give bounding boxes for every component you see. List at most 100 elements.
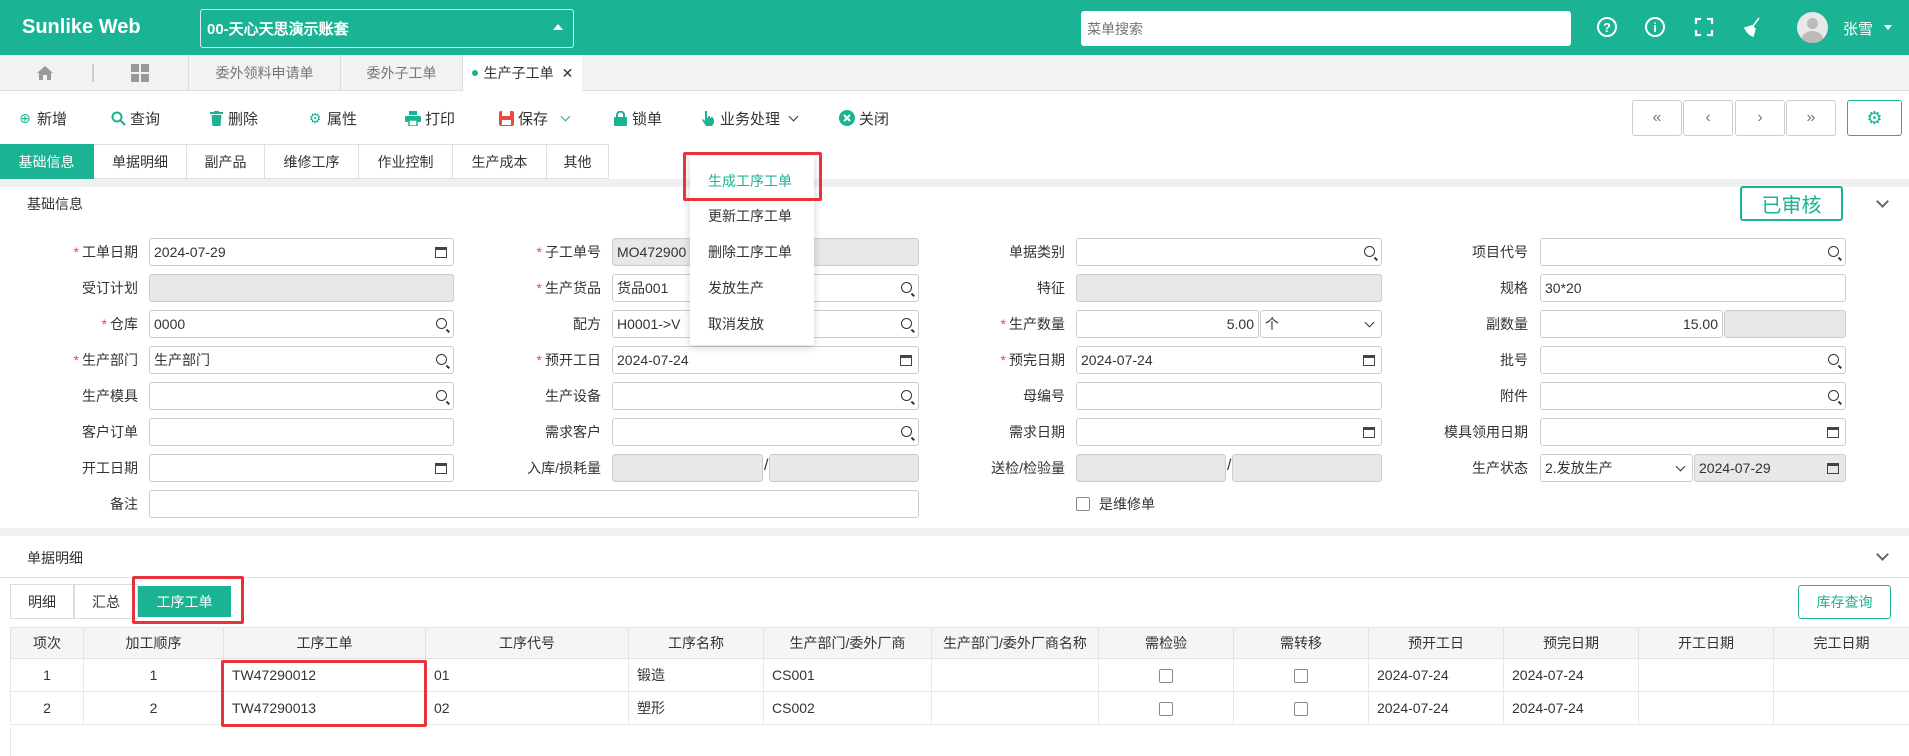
search-icon[interactable]	[436, 318, 447, 329]
production-equipment-field[interactable]	[612, 382, 919, 410]
col-header[interactable]: 生产部门/委外厂商	[763, 627, 932, 659]
prev-record-button[interactable]: ‹	[1683, 100, 1733, 136]
properties-button[interactable]: ⚙ 属性	[307, 106, 357, 130]
order-date-field[interactable]: 2024-07-29	[149, 238, 454, 266]
production-qty-field[interactable]: 5.00	[1076, 310, 1259, 338]
demand-date-field[interactable]	[1076, 418, 1382, 446]
chevron-down-icon[interactable]	[1876, 195, 1889, 208]
tab-summary[interactable]: 汇总	[74, 584, 138, 619]
calendar-icon[interactable]	[1363, 355, 1375, 366]
menu-item-update-process-order[interactable]: 更新工序工单	[708, 206, 792, 226]
grid-icon[interactable]	[125, 55, 155, 91]
col-header[interactable]: 需检验	[1098, 627, 1234, 659]
first-record-button[interactable]: «	[1632, 100, 1682, 136]
planned-start-field[interactable]: 2024-07-24	[612, 346, 919, 374]
start-date-field[interactable]	[149, 454, 454, 482]
doc-type-field[interactable]	[1076, 238, 1382, 266]
col-header[interactable]: 预完日期	[1503, 627, 1639, 659]
tab-outsource-request[interactable]: 委外领料申请单	[188, 55, 340, 91]
search-icon[interactable]	[901, 282, 912, 293]
col-header[interactable]: 加工顺序	[83, 627, 224, 659]
menu-item-cancel-release[interactable]: 取消发放	[708, 314, 764, 334]
tab-detail[interactable]: 明细	[10, 584, 74, 619]
help-icon[interactable]: ?	[1595, 15, 1619, 39]
col-header[interactable]: 开工日期	[1638, 627, 1774, 659]
menu-item-delete-process-order[interactable]: 删除工序工单	[708, 242, 792, 262]
search-icon[interactable]	[1828, 246, 1839, 257]
production-mold-field[interactable]	[149, 382, 454, 410]
col-header[interactable]: 工序工单	[223, 627, 426, 659]
spec-field[interactable]: 30*20	[1540, 274, 1846, 302]
calendar-icon[interactable]	[1363, 427, 1375, 438]
calendar-icon[interactable]	[900, 355, 912, 366]
account-selector[interactable]: 00-天心天思演示账套	[200, 9, 574, 48]
production-state-select[interactable]: 2.发放生产	[1540, 454, 1693, 482]
col-header[interactable]: 生产部门/委外厂商名称	[931, 627, 1099, 659]
need-inspect-checkbox[interactable]	[1159, 669, 1173, 684]
repair-checkbox[interactable]	[1076, 497, 1090, 511]
col-header[interactable]: 工序代号	[425, 627, 629, 659]
delete-button[interactable]: 删除	[208, 106, 258, 130]
print-button[interactable]: 打印	[405, 106, 455, 130]
production-dept-field[interactable]: 生产部门	[149, 346, 454, 374]
search-icon[interactable]	[1828, 390, 1839, 401]
tab-production-cost[interactable]: 生产成本	[453, 144, 547, 179]
chevron-down-icon[interactable]	[1876, 548, 1889, 561]
last-record-button[interactable]: »	[1786, 100, 1836, 136]
col-header[interactable]: 完工日期	[1773, 627, 1909, 659]
search-icon[interactable]	[436, 354, 447, 365]
fullscreen-icon[interactable]	[1692, 15, 1716, 39]
tab-byproduct[interactable]: 副产品	[187, 144, 265, 179]
close-button[interactable]: 关闭	[839, 106, 889, 130]
search-icon[interactable]	[901, 390, 912, 401]
query-button[interactable]: 查询	[110, 106, 160, 130]
settings-button[interactable]: ⚙	[1847, 100, 1902, 136]
lock-button[interactable]: 锁单	[612, 106, 662, 130]
business-process-button[interactable]: 业务处理	[700, 106, 799, 130]
add-button[interactable]: ⊕ 新增	[17, 106, 67, 130]
calendar-icon[interactable]	[1827, 427, 1839, 438]
attachment-field[interactable]	[1540, 382, 1846, 410]
col-header[interactable]: 需转移	[1233, 627, 1369, 659]
need-inspect-checkbox[interactable]	[1159, 702, 1173, 717]
user-name[interactable]: 张雪	[1843, 18, 1873, 39]
calendar-icon[interactable]	[435, 247, 447, 258]
mold-date-field[interactable]	[1540, 418, 1846, 446]
need-transfer-checkbox[interactable]	[1294, 702, 1308, 717]
search-icon[interactable]	[901, 426, 912, 437]
remark-field[interactable]	[149, 490, 919, 518]
tab-doc-detail[interactable]: 单据明细	[94, 144, 187, 179]
warehouse-field[interactable]: 0000	[149, 310, 454, 338]
search-icon[interactable]	[436, 390, 447, 401]
home-icon[interactable]	[30, 55, 60, 91]
tab-basic-info[interactable]: 基础信息	[0, 144, 94, 179]
batch-no-field[interactable]	[1540, 346, 1846, 374]
tab-production-sub-order[interactable]: 生产子工单 ✕	[462, 55, 582, 91]
col-header[interactable]: 预开工日	[1368, 627, 1504, 659]
sub-qty-field[interactable]: 15.00	[1540, 310, 1723, 338]
search-icon[interactable]	[1828, 354, 1839, 365]
parent-no-field[interactable]	[1076, 382, 1382, 410]
menu-search-input[interactable]	[1081, 11, 1571, 46]
unit-select[interactable]: 个	[1260, 310, 1382, 338]
calendar-icon[interactable]	[435, 463, 447, 474]
info-icon[interactable]: i	[1643, 15, 1667, 39]
col-header[interactable]: 工序名称	[628, 627, 764, 659]
need-transfer-checkbox[interactable]	[1294, 669, 1308, 684]
avatar[interactable]	[1797, 12, 1828, 43]
close-icon[interactable]: ✕	[562, 65, 574, 82]
tab-outsource-sub-order[interactable]: 委外子工单	[340, 55, 462, 91]
stock-query-button[interactable]: 库存查询	[1798, 585, 1891, 619]
tab-repair-process[interactable]: 维修工序	[265, 144, 359, 179]
customer-order-field[interactable]	[149, 418, 454, 446]
search-icon[interactable]	[1364, 246, 1375, 257]
demand-customer-field[interactable]	[612, 418, 919, 446]
next-record-button[interactable]: ›	[1735, 100, 1785, 136]
tab-work-control[interactable]: 作业控制	[359, 144, 453, 179]
search-icon[interactable]	[901, 318, 912, 329]
tab-other[interactable]: 其他	[547, 144, 609, 179]
planned-end-field[interactable]: 2024-07-24	[1076, 346, 1382, 374]
col-header[interactable]: 项次	[10, 627, 84, 659]
project-code-field[interactable]	[1540, 238, 1846, 266]
save-button[interactable]: 保存	[498, 106, 571, 130]
